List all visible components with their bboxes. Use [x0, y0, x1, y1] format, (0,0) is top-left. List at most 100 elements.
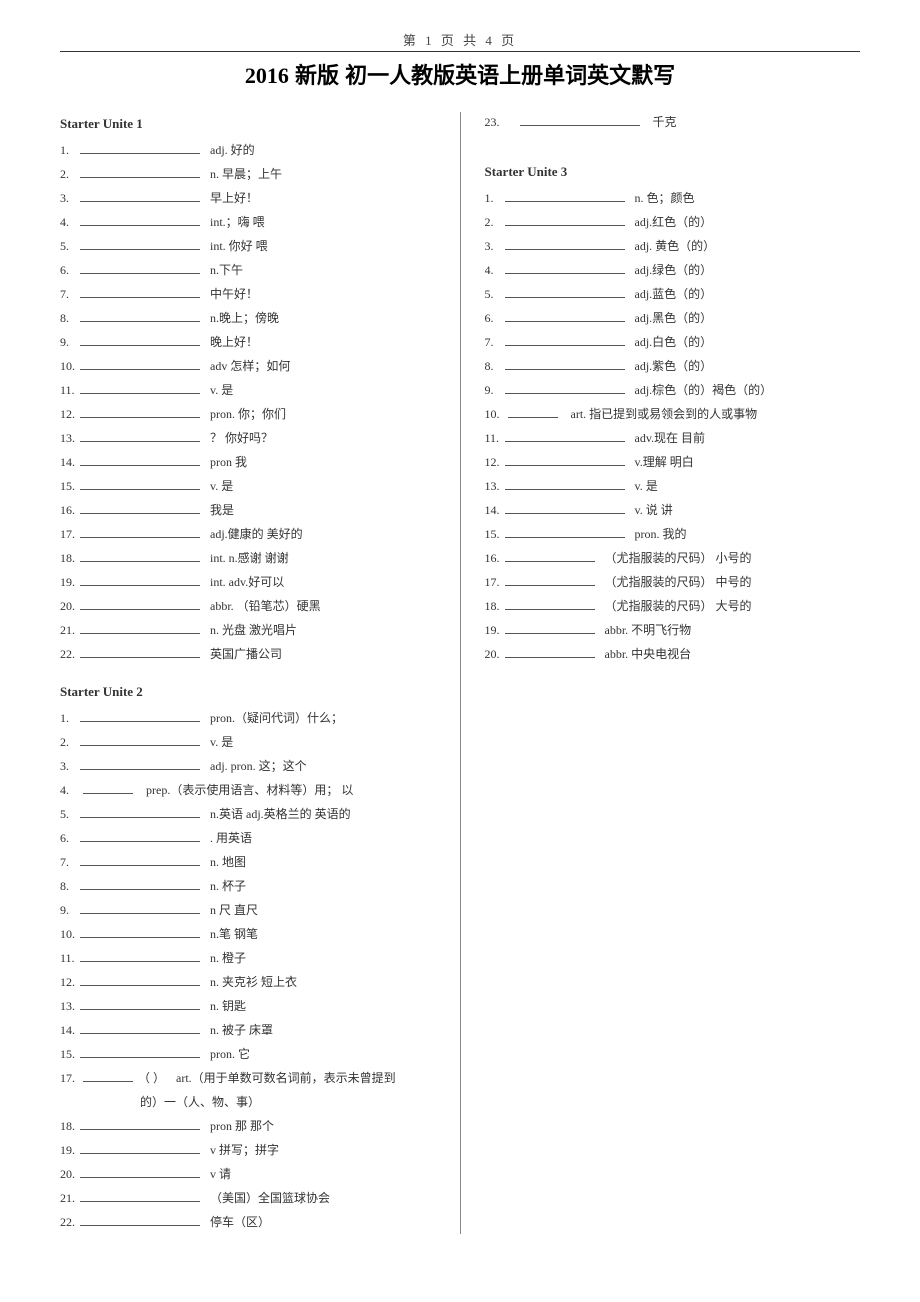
item-number: 2. — [60, 162, 78, 186]
item-number: 2. — [485, 210, 503, 234]
fill-blank[interactable] — [80, 477, 200, 490]
fill-blank[interactable] — [80, 405, 200, 418]
item-number: 15. — [60, 474, 78, 498]
fill-blank[interactable] — [505, 237, 625, 250]
fill-blank[interactable] — [505, 597, 595, 610]
list-item: 22.英国广播公司 — [60, 642, 436, 666]
fill-blank[interactable] — [80, 573, 200, 586]
list-item: 17.adj.健康的 美好的 — [60, 522, 436, 546]
fill-blank[interactable] — [80, 733, 200, 746]
fill-blank[interactable] — [505, 261, 625, 274]
fill-blank[interactable] — [80, 213, 200, 226]
fill-blank[interactable] — [80, 757, 200, 770]
item-number: 20. — [60, 1162, 78, 1186]
fill-blank[interactable] — [80, 333, 200, 346]
fill-blank[interactable] — [80, 141, 200, 154]
fill-blank[interactable] — [80, 501, 200, 514]
fill-blank[interactable] — [505, 645, 595, 658]
fill-blank[interactable] — [505, 573, 595, 586]
list-item: 7.n. 地图 — [60, 850, 436, 874]
fill-blank[interactable] — [80, 949, 200, 962]
fill-blank[interactable] — [505, 285, 625, 298]
fill-blank[interactable] — [505, 333, 625, 346]
fill-blank[interactable] — [505, 189, 625, 202]
item-desc: v. 是 — [635, 474, 658, 498]
fill-blank[interactable] — [80, 1165, 200, 1178]
fill-blank[interactable] — [80, 901, 200, 914]
fill-blank[interactable] — [80, 973, 200, 986]
fill-blank[interactable] — [80, 709, 200, 722]
fill-blank[interactable] — [80, 1117, 200, 1130]
fill-blank[interactable] — [80, 309, 200, 322]
list-item: 3.早上好！ — [60, 186, 436, 210]
list-item: 20.v 请 — [60, 1162, 436, 1186]
fill-blank[interactable] — [80, 549, 200, 562]
fill-blank[interactable] — [80, 357, 200, 370]
fill-blank[interactable] — [80, 997, 200, 1010]
fill-blank[interactable] — [80, 853, 200, 866]
list-item: 5.n.英语 adj.英格兰的 英语的 — [60, 802, 436, 826]
fill-blank[interactable] — [505, 309, 625, 322]
fill-blank[interactable] — [80, 429, 200, 442]
list-item: 22.停车（区） — [60, 1210, 436, 1234]
fill-blank[interactable] — [80, 925, 200, 938]
fill-blank[interactable] — [505, 213, 625, 226]
fill-blank[interactable] — [80, 1189, 200, 1202]
fill-blank[interactable] — [80, 1141, 200, 1154]
unit2-list-c: 18.pron 那 那个19.v 拼写；拼字20.v 请21.（美国）全国篮球协… — [60, 1114, 436, 1234]
fill-blank[interactable] — [520, 113, 640, 126]
list-item: 15.v. 是 — [60, 474, 436, 498]
right-column: 23. 千克 Starter Unite 3 1.n. 色；颜色2.adj.红色… — [485, 110, 861, 1234]
fill-blank[interactable] — [80, 1045, 200, 1058]
item-desc: n. 地图 — [210, 850, 246, 874]
fill-blank[interactable] — [83, 1069, 133, 1082]
fill-blank[interactable] — [80, 453, 200, 466]
fill-blank[interactable] — [505, 525, 625, 538]
fill-blank[interactable] — [80, 189, 200, 202]
item-desc: int. adv.好可以 — [210, 570, 284, 594]
item-number: 1. — [60, 706, 78, 730]
item-number: 8. — [485, 354, 503, 378]
fill-blank[interactable] — [505, 429, 625, 442]
fill-blank[interactable] — [505, 453, 625, 466]
fill-blank[interactable] — [80, 381, 200, 394]
fill-blank[interactable] — [80, 525, 200, 538]
fill-blank[interactable] — [83, 781, 133, 794]
fill-blank[interactable] — [80, 1021, 200, 1034]
fill-blank[interactable] — [505, 357, 625, 370]
list-item: 6.. 用英语 — [60, 826, 436, 850]
fill-blank[interactable] — [80, 597, 200, 610]
fill-blank[interactable] — [80, 165, 200, 178]
fill-blank[interactable] — [80, 1213, 200, 1226]
item-desc: 早上好！ — [210, 186, 258, 210]
item-desc: adj. pron. 这；这个 — [210, 754, 307, 778]
list-item: 18.（尤指服装的尺码） 大号的 — [485, 594, 861, 618]
fill-blank[interactable] — [505, 381, 625, 394]
item-desc: 英国广播公司 — [210, 642, 282, 666]
item-number: 10. — [60, 354, 78, 378]
fill-blank[interactable] — [80, 261, 200, 274]
fill-blank[interactable] — [80, 829, 200, 842]
fill-blank[interactable] — [508, 405, 558, 418]
item-desc: （尤指服装的尺码） 中号的 — [605, 570, 752, 594]
list-item: 20.abbr. 中央电视台 — [485, 642, 861, 666]
fill-blank[interactable] — [505, 549, 595, 562]
list-item: 10. art. 指已提到或易领会到的人或事物 — [485, 402, 861, 426]
unit3-list-b: 11.adv.现在 目前12.v.理解 明白13.v. 是14.v. 说 讲15… — [485, 426, 861, 546]
item-number: 2. — [60, 730, 78, 754]
fill-blank[interactable] — [505, 621, 595, 634]
fill-blank[interactable] — [80, 285, 200, 298]
item-number: 6. — [485, 306, 503, 330]
fill-blank[interactable] — [505, 501, 625, 514]
item-number: 9. — [60, 330, 78, 354]
item-number: 15. — [60, 1042, 78, 1066]
fill-blank[interactable] — [80, 645, 200, 658]
fill-blank[interactable] — [80, 805, 200, 818]
fill-blank[interactable] — [80, 237, 200, 250]
fill-blank[interactable] — [80, 621, 200, 634]
fill-blank[interactable] — [80, 877, 200, 890]
item-number: 3. — [485, 234, 503, 258]
fill-blank[interactable] — [505, 477, 625, 490]
item-number: 6. — [60, 258, 78, 282]
list-item: 5.int. 你好 喂 — [60, 234, 436, 258]
